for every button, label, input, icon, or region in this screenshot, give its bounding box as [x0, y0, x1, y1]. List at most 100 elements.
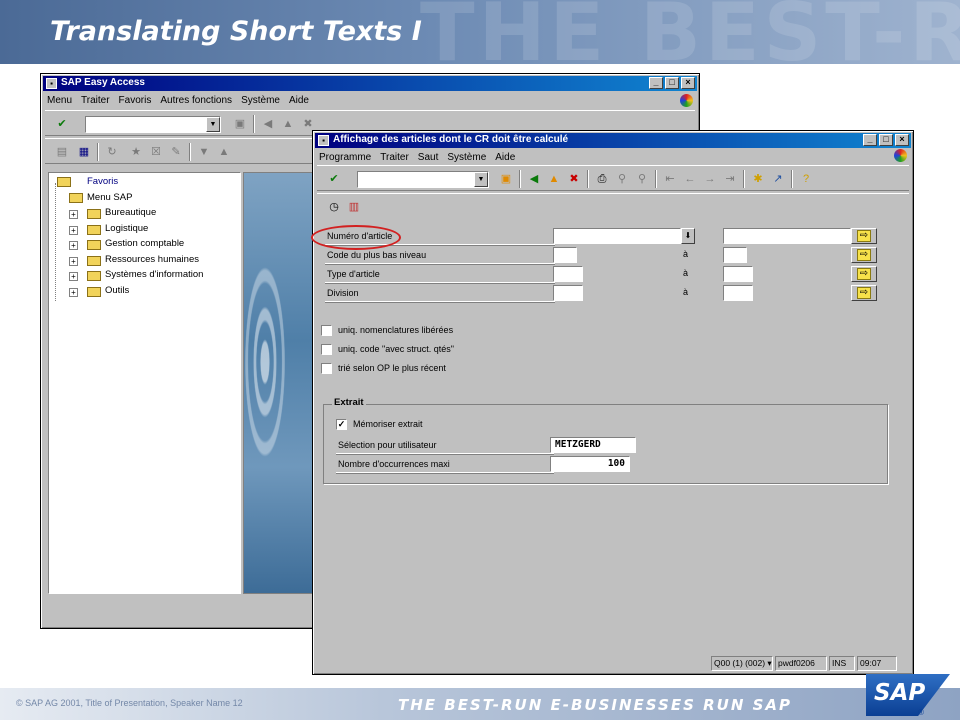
menu-programme[interactable]: Programme	[319, 150, 371, 166]
exit-icon[interactable]: ▲	[279, 115, 297, 133]
shortcut-icon[interactable]: ↗	[769, 170, 787, 188]
move-down-icon[interactable]: ▼	[195, 143, 213, 161]
menu-systeme[interactable]: Système	[447, 150, 486, 166]
last-page-icon[interactable]: ⇥	[721, 170, 739, 188]
delete-favorite-icon[interactable]: ☒	[147, 143, 165, 161]
multiple-selection-button[interactable]: ⇨	[851, 247, 877, 263]
checkbox-sort-latest-op[interactable]	[321, 363, 332, 374]
report-app-toolbar: ◷ ▥	[317, 193, 909, 219]
dropdown-icon[interactable]: ⬇	[681, 228, 695, 244]
menu-icon[interactable]: ▦	[75, 143, 93, 161]
check-icon[interactable]: ✔	[325, 170, 343, 188]
command-field[interactable]: ▼	[85, 116, 221, 133]
help-icon[interactable]: ?	[797, 170, 815, 188]
tree-item-menu-sap[interactable]: Menu SAP	[87, 191, 132, 205]
folder-icon	[87, 271, 101, 281]
other-menu-icon[interactable]: ↻	[103, 143, 121, 161]
checkbox-quantity-structure[interactable]	[321, 344, 332, 355]
expand-icon[interactable]: +	[69, 241, 78, 250]
folder-icon	[87, 256, 101, 266]
tree-item-gestion-comptable[interactable]: Gestion comptable	[105, 237, 184, 251]
menu-favoris[interactable]: Favoris	[119, 93, 152, 109]
user-selection-input[interactable]: METZGERD	[550, 437, 636, 453]
edit-favorite-icon[interactable]: ✎	[167, 143, 185, 161]
expand-icon[interactable]: +	[69, 288, 78, 297]
multiple-selection-button[interactable]: ⇨	[851, 266, 877, 282]
multiple-selection-button[interactable]: ⇨	[851, 285, 877, 301]
expand-icon[interactable]: +	[69, 257, 78, 266]
check-icon[interactable]: ✔	[53, 115, 71, 133]
menu-traiter[interactable]: Traiter	[81, 93, 110, 109]
article-type-low-input[interactable]	[553, 266, 583, 282]
low-level-code-low-input[interactable]	[553, 247, 577, 263]
folder-icon[interactable]: ▤	[53, 143, 71, 161]
tree-item-outils[interactable]: Outils	[105, 284, 129, 298]
expand-icon[interactable]: +	[69, 272, 78, 281]
first-page-icon[interactable]: ⇤	[661, 170, 679, 188]
menu-systeme[interactable]: Système	[241, 93, 280, 109]
save-icon[interactable]: ▣	[497, 170, 515, 188]
header-watermark: THE BEST-RUN E-BUS	[420, 0, 960, 64]
checkbox-released-boms[interactable]	[321, 325, 332, 336]
close-button[interactable]: ×	[681, 77, 695, 89]
field-label-division: Division	[325, 285, 555, 302]
report-window: ▪ Affichage des articles dont le CR doit…	[312, 130, 914, 675]
division-high-input[interactable]	[723, 285, 753, 301]
back-icon[interactable]: ◀	[259, 115, 277, 133]
move-up-icon[interactable]: ▲	[215, 143, 233, 161]
tree-item-systemes-information[interactable]: Systèmes d'information	[105, 268, 203, 282]
execute-icon[interactable]: ◷	[325, 198, 343, 216]
menu-autres-fonctions[interactable]: Autres fonctions	[160, 93, 232, 109]
menu-saut[interactable]: Saut	[418, 150, 439, 166]
tree-item-bureautique[interactable]: Bureautique	[105, 206, 156, 220]
previous-page-icon[interactable]: ←	[681, 170, 699, 188]
registered-mark: ®	[918, 708, 924, 717]
tree-item-ressources-humaines[interactable]: Ressources humaines	[105, 253, 199, 267]
system-status[interactable]: Q00 (1) (002) ▾	[711, 656, 773, 671]
article-high-input[interactable]	[723, 228, 851, 244]
create-session-icon[interactable]: ✱	[749, 170, 767, 188]
save-extract-label: Mémoriser extrait	[353, 419, 423, 429]
exit-icon[interactable]: ▲	[545, 170, 563, 188]
command-field[interactable]: ▼	[357, 171, 489, 188]
division-low-input[interactable]	[553, 285, 583, 301]
tree-item-favoris[interactable]: Favoris	[87, 175, 118, 189]
max-hits-input[interactable]: 100	[550, 456, 630, 472]
report-titlebar[interactable]: ▪ Affichage des articles dont le CR doit…	[315, 133, 911, 148]
status-bar: Q00 (1) (002) ▾ pwdf0206 INS 09:07	[317, 656, 909, 671]
find-icon[interactable]: ⚲	[613, 170, 631, 188]
easy-access-titlebar[interactable]: ▪ SAP Easy Access _ □ ×	[43, 76, 697, 91]
back-icon[interactable]: ◀	[525, 170, 543, 188]
tree-item-logistique[interactable]: Logistique	[105, 222, 148, 236]
add-favorite-icon[interactable]: ★	[127, 143, 145, 161]
menu-menu[interactable]: Menu	[47, 93, 72, 109]
article-type-high-input[interactable]	[723, 266, 753, 282]
menu-aide[interactable]: Aide	[495, 150, 515, 166]
cancel-icon[interactable]: ✖	[565, 170, 583, 188]
print-icon[interactable]: ⎙	[593, 170, 611, 188]
chevron-down-icon[interactable]: ▼	[474, 172, 488, 187]
maximize-button[interactable]: □	[665, 77, 679, 89]
next-page-icon[interactable]: →	[701, 170, 719, 188]
article-low-input[interactable]	[553, 228, 681, 244]
multiple-selection-button[interactable]: ⇨	[851, 228, 877, 244]
maximize-button[interactable]: □	[879, 134, 893, 146]
save-icon[interactable]: ▣	[231, 115, 249, 133]
checkbox-save-extract[interactable]: ✓	[336, 419, 347, 430]
folder-icon	[69, 193, 83, 203]
low-level-code-high-input[interactable]	[723, 247, 747, 263]
find-next-icon[interactable]: ⚲	[633, 170, 651, 188]
max-hits-label: Nombre d'occurrences maxi	[336, 456, 554, 473]
minimize-button[interactable]: _	[863, 134, 877, 146]
menu-traiter[interactable]: Traiter	[380, 150, 409, 166]
expand-icon[interactable]: +	[69, 226, 78, 235]
expand-icon[interactable]: +	[69, 210, 78, 219]
close-button[interactable]: ×	[895, 134, 909, 146]
minimize-button[interactable]: _	[649, 77, 663, 89]
menu-aide[interactable]: Aide	[289, 93, 309, 109]
checkbox-label: uniq. nomenclatures libérées	[338, 325, 454, 335]
extract-group-title: Extrait	[332, 397, 366, 408]
selection-options-icon[interactable]: ▥	[345, 198, 363, 216]
chevron-down-icon[interactable]: ▼	[206, 117, 220, 132]
range-to-label: à	[683, 287, 689, 297]
